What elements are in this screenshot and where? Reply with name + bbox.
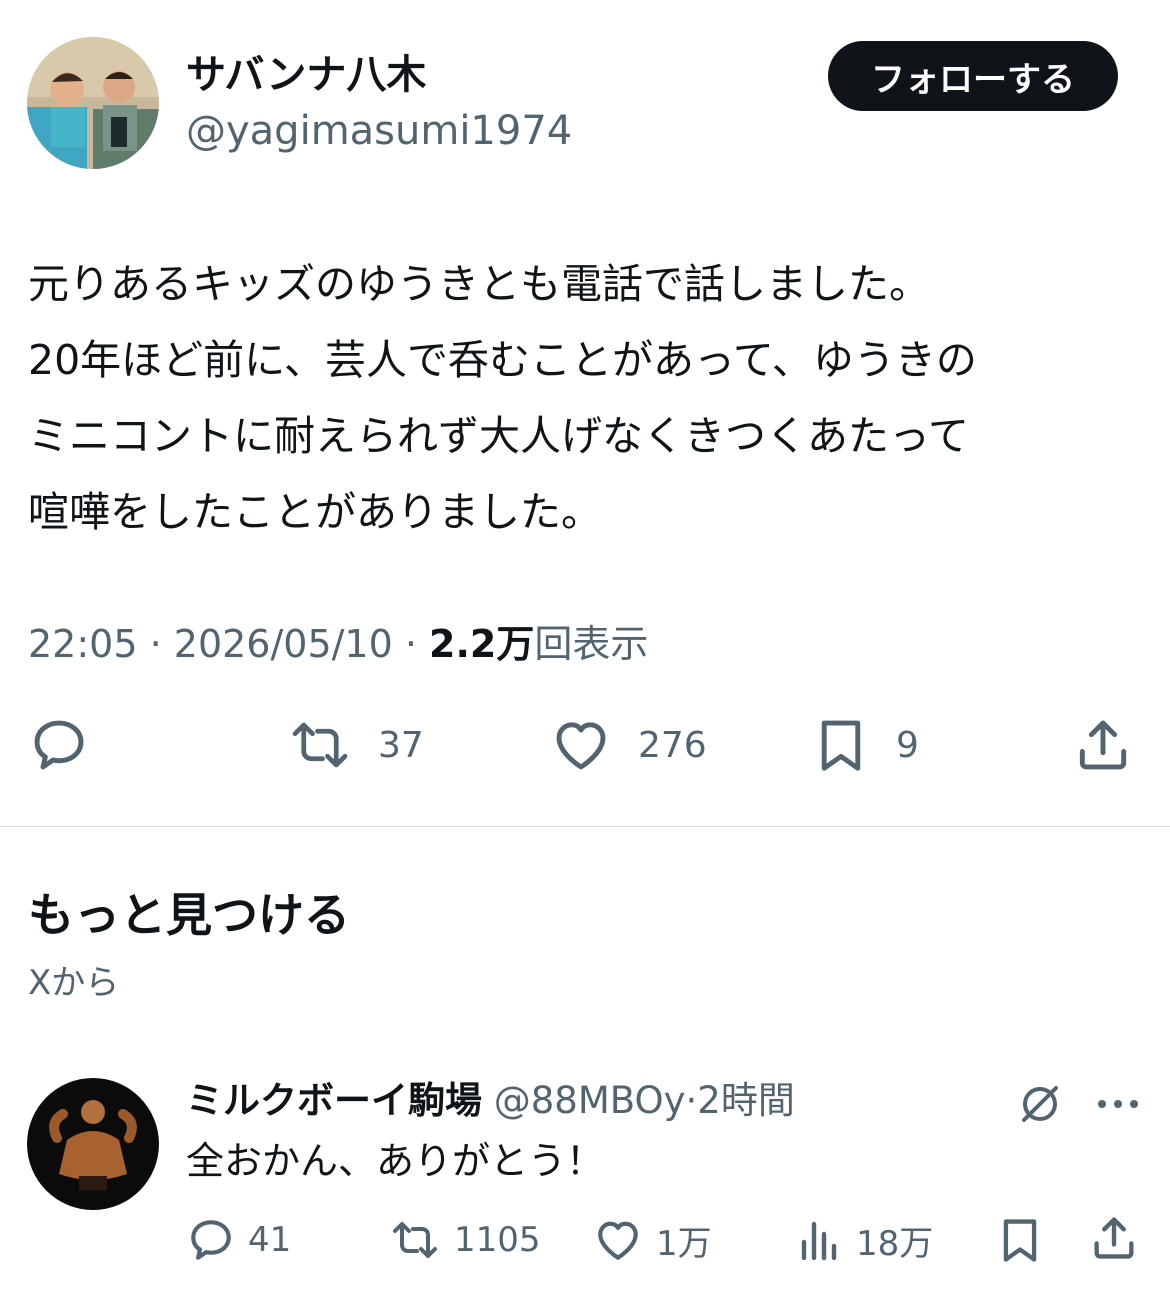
- retweet-button[interactable]: 37: [286, 710, 424, 780]
- post-line: 元りあるキッズのゆうきとも電話で話しました。: [28, 260, 930, 308]
- reply-icon: [191, 1220, 231, 1260]
- share-button[interactable]: [1072, 710, 1134, 780]
- bookmark-icon: [1003, 1219, 1037, 1262]
- more-options-button[interactable]: [1090, 1076, 1146, 1132]
- author-handle[interactable]: @yagimasumi1974: [186, 104, 572, 158]
- post-line: 20年ほど前に、芸人で呑むことがあって、ゆうきの: [28, 336, 977, 384]
- grok-icon: [1022, 1086, 1058, 1122]
- retweet-icon: [393, 1222, 437, 1258]
- views-icon: [801, 1221, 837, 1261]
- post-line: ミニコントに耐えられず大人げなくきつくあたって: [28, 412, 969, 460]
- like-count: 276: [638, 724, 707, 766]
- reply-icon: [34, 720, 84, 770]
- heart-icon: [598, 1221, 638, 1260]
- suggested-header: ミルクボーイ駒場 @88MBOy·2時間: [186, 1074, 795, 1128]
- meta-separator: ·: [137, 622, 174, 666]
- discover-title: もっと見つける: [28, 888, 350, 942]
- post-date[interactable]: 2026/05/10: [174, 622, 393, 666]
- suggested-bookmark-button[interactable]: [994, 1212, 1046, 1268]
- post-meta: 22:05 · 2026/05/10 · 2.2万回表示: [28, 612, 648, 676]
- bookmark-icon: [821, 720, 861, 771]
- suggested-views-button[interactable]: 18万: [796, 1212, 933, 1268]
- discover-subtitle: Xから: [28, 963, 120, 1003]
- retweet-icon: [292, 722, 348, 768]
- suggested-like-button[interactable]: 1万: [592, 1212, 712, 1268]
- suggested-share-button[interactable]: [1088, 1210, 1140, 1266]
- more-icon: [1098, 1100, 1138, 1108]
- views-label: 回表示: [534, 622, 649, 666]
- meta-separator: ·: [392, 622, 430, 666]
- suggested-handle[interactable]: @88MBOy: [494, 1079, 686, 1122]
- suggested-retweet-count: 1105: [454, 1220, 541, 1260]
- retweet-count: 37: [378, 724, 424, 766]
- grok-button[interactable]: [1012, 1076, 1068, 1132]
- views-count: 2.2万: [429, 622, 535, 666]
- share-icon: [1079, 720, 1127, 770]
- post-time[interactable]: 22:05: [28, 622, 138, 666]
- suggested-reply-button[interactable]: 41: [186, 1212, 291, 1268]
- author-name[interactable]: サバンナ八木: [186, 48, 426, 102]
- author-avatar[interactable]: [27, 37, 159, 169]
- suggested-reply-count: 41: [248, 1220, 292, 1260]
- suggested-like-count: 1万: [656, 1223, 712, 1264]
- section-divider: [0, 826, 1170, 827]
- suggested-avatar[interactable]: [27, 1078, 159, 1210]
- post-line: 喧嘩をしたことがありました。: [28, 488, 602, 536]
- suggested-name[interactable]: ミルクボーイ駒場: [186, 1079, 482, 1122]
- suggested-text: 全おかん、ありがとう！: [186, 1139, 605, 1183]
- suggested-retweet-button[interactable]: 1105: [388, 1212, 541, 1268]
- suggested-views-count: 18万: [856, 1223, 934, 1264]
- header-separator: ·: [685, 1079, 698, 1122]
- bookmark-button[interactable]: 9: [810, 710, 919, 780]
- share-icon: [1094, 1217, 1134, 1259]
- reply-button[interactable]: [28, 710, 90, 780]
- like-button[interactable]: 276: [548, 710, 707, 780]
- heart-icon: [556, 722, 606, 770]
- suggested-time[interactable]: 2時間: [697, 1079, 795, 1122]
- bookmark-count: 9: [896, 724, 919, 766]
- follow-button[interactable]: フォローする: [828, 41, 1118, 111]
- post-text: 元りあるキッズのゆうきとも電話で話しました。 20年ほど前に、芸人で呑むことがあ…: [28, 246, 1148, 550]
